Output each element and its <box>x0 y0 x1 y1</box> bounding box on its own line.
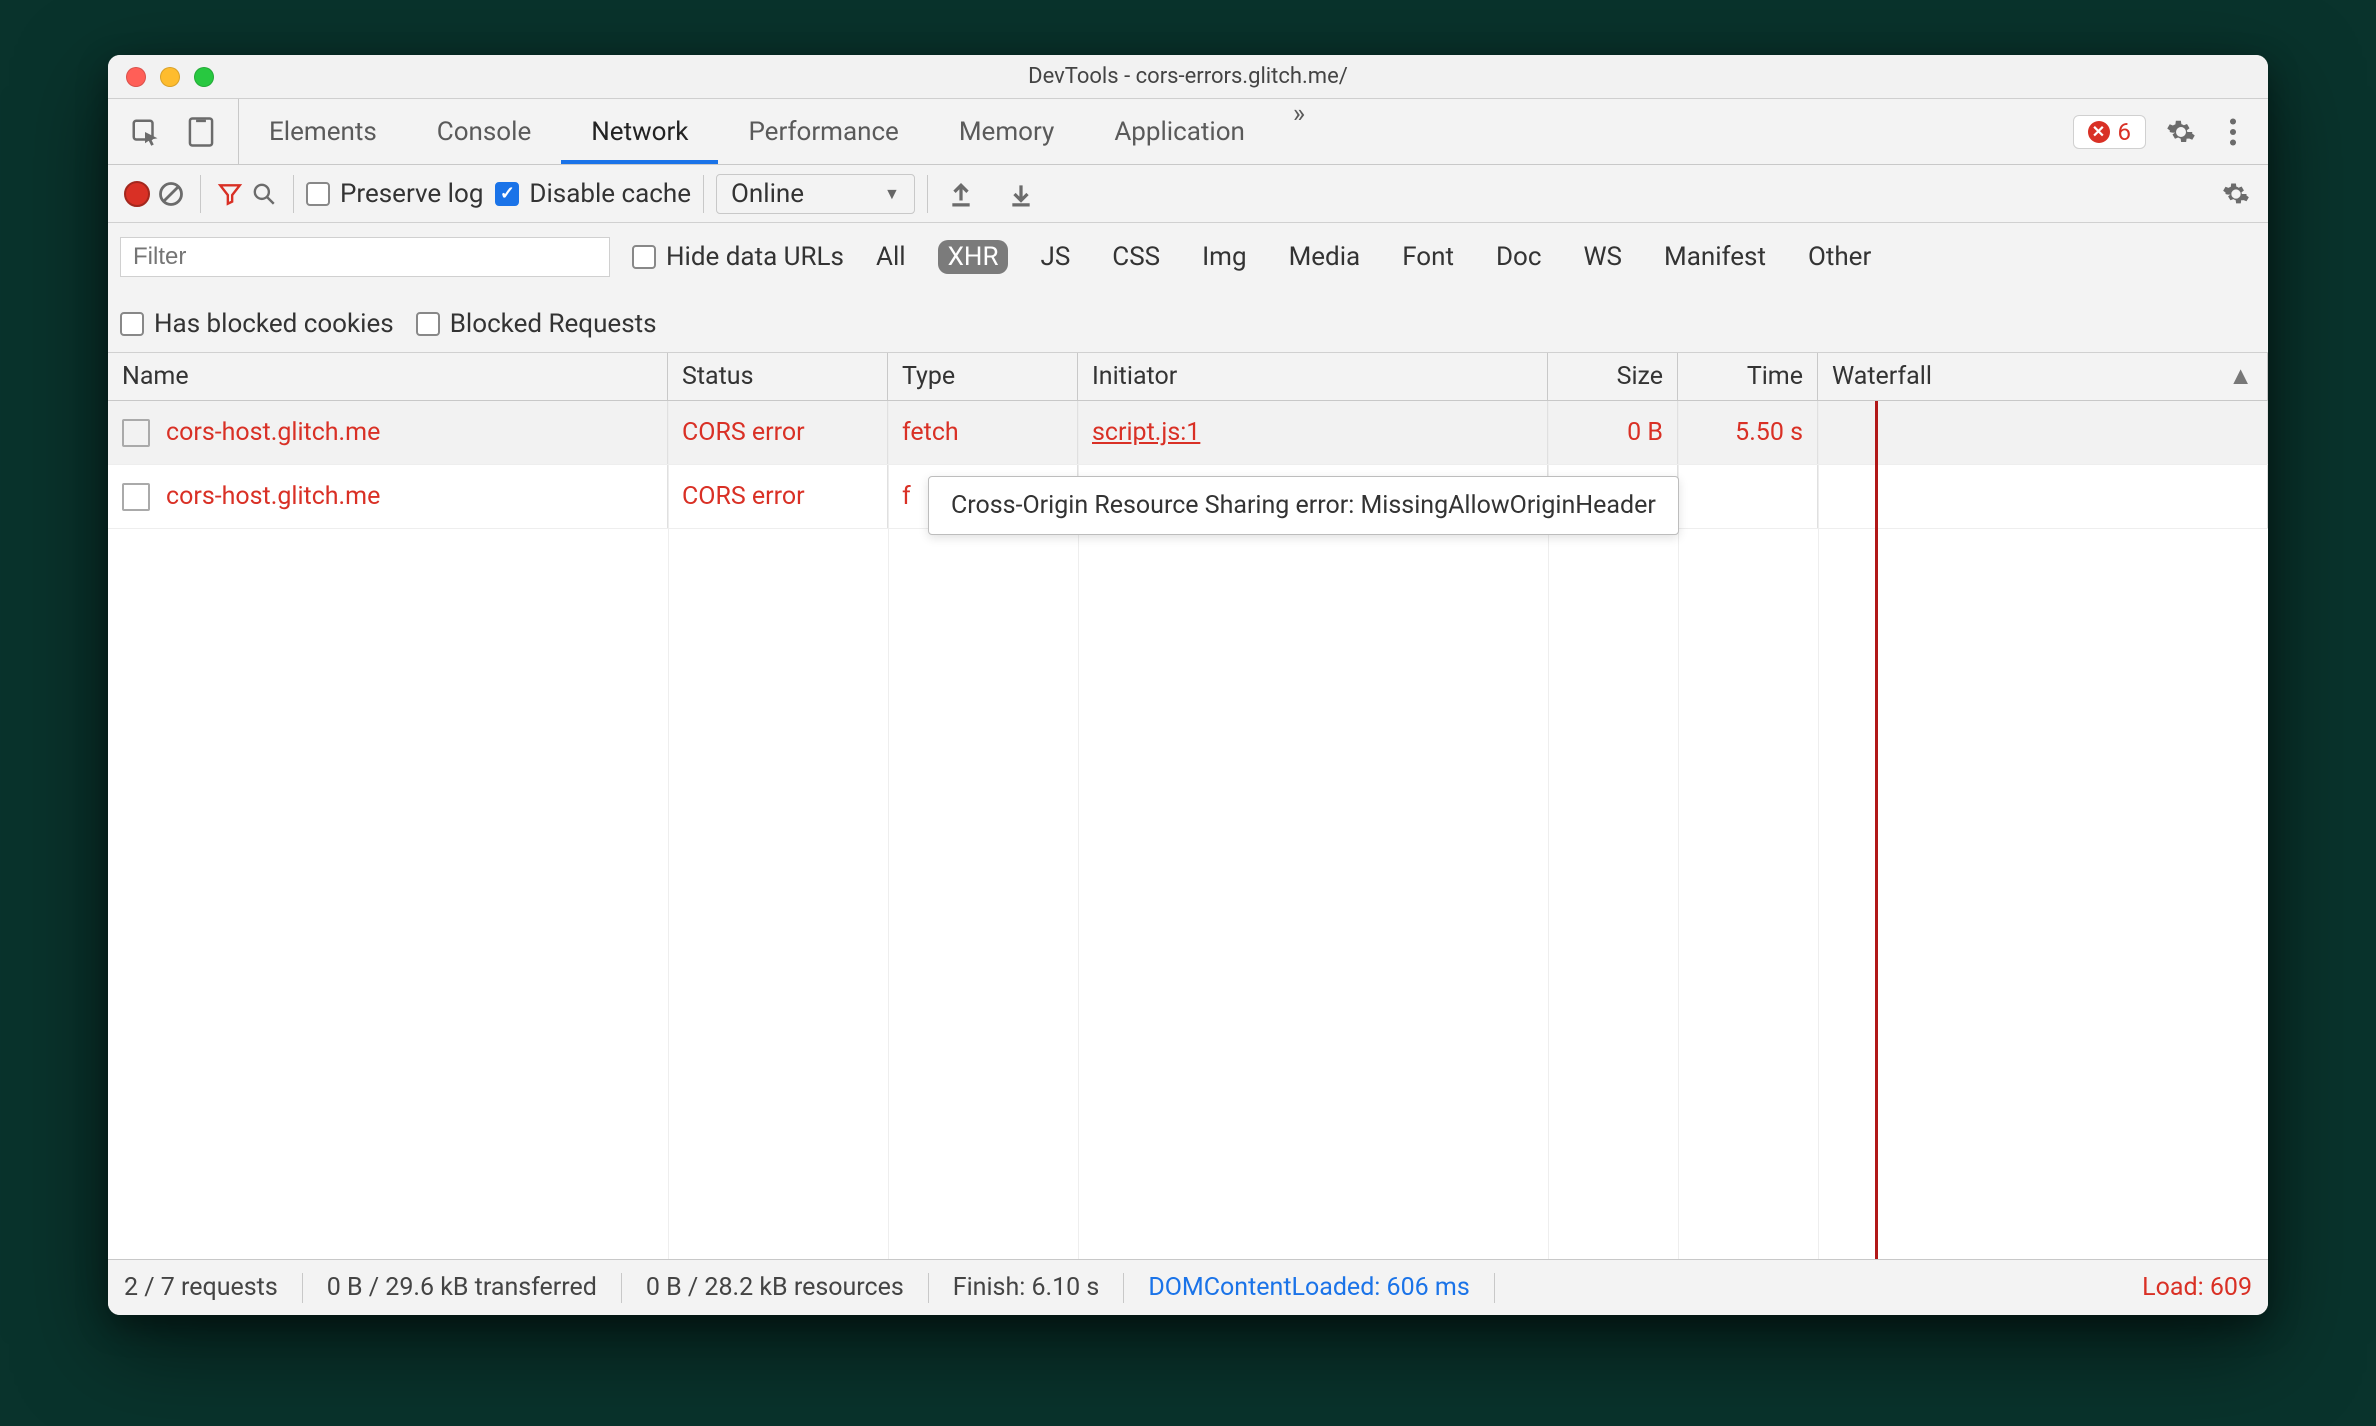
col-waterfall-label: Waterfall <box>1832 362 1932 391</box>
request-name: cors-host.glitch.me <box>166 482 380 511</box>
status-tooltip: Cross-Origin Resource Sharing error: Mis… <box>928 476 1679 535</box>
type-filter-other[interactable]: Other <box>1798 240 1881 274</box>
request-time: 5.50 s <box>1678 401 1818 464</box>
titlebar: DevTools - cors-errors.glitch.me/ <box>108 55 2268 99</box>
favicon-placeholder <box>122 419 150 447</box>
error-count-badge[interactable]: ✕ 6 <box>2073 115 2147 149</box>
status-resources: 0 B / 28.2 kB resources <box>646 1273 904 1302</box>
type-filter-ws[interactable]: WS <box>1573 240 1632 274</box>
maximize-window-button[interactable] <box>194 67 214 87</box>
kebab-menu-icon[interactable] <box>2216 115 2250 149</box>
type-filter-js[interactable]: JS <box>1030 240 1080 274</box>
tab-application[interactable]: Application <box>1084 99 1275 164</box>
type-filter-doc[interactable]: Doc <box>1486 240 1552 274</box>
window-title: DevTools - cors-errors.glitch.me/ <box>108 64 2268 89</box>
requests-table: Name Status Type Initiator Size Time Wat… <box>108 353 2268 1259</box>
status-transferred: 0 B / 29.6 kB transferred <box>327 1273 597 1302</box>
status-bar: 2 / 7 requests 0 B / 29.6 kB transferred… <box>108 1259 2268 1315</box>
minimize-window-button[interactable] <box>160 67 180 87</box>
error-icon: ✕ <box>2088 121 2110 143</box>
col-initiator[interactable]: Initiator <box>1078 353 1548 400</box>
table-row[interactable]: cors-host.glitch.me CORS error fetch scr… <box>108 401 2268 465</box>
main-toolbar: Elements Console Network Performance Mem… <box>108 99 2268 165</box>
tab-network[interactable]: Network <box>561 99 718 164</box>
throttling-select[interactable]: Online ▼ <box>716 174 915 214</box>
request-name: cors-host.glitch.me <box>166 418 380 447</box>
type-filter-font[interactable]: Font <box>1392 240 1464 274</box>
has-blocked-cookies-checkbox[interactable]: Has blocked cookies <box>120 309 394 339</box>
tab-performance[interactable]: Performance <box>718 99 928 164</box>
sort-asc-icon: ▲ <box>2228 362 2253 391</box>
error-count: 6 <box>2118 118 2132 146</box>
blocked-requests-checkbox[interactable]: Blocked Requests <box>416 309 657 339</box>
hide-data-urls-label: Hide data URLs <box>666 242 844 272</box>
filter-input[interactable] <box>120 237 610 277</box>
col-type[interactable]: Type <box>888 353 1078 400</box>
status-finish: Finish: 6.10 s <box>953 1273 1100 1302</box>
upload-har-icon[interactable] <box>944 177 978 211</box>
filter-icon[interactable] <box>213 177 247 211</box>
tab-elements[interactable]: Elements <box>239 99 407 164</box>
type-filter-all[interactable]: All <box>866 240 916 274</box>
table-header: Name Status Type Initiator Size Time Wat… <box>108 353 2268 401</box>
col-size[interactable]: Size <box>1548 353 1678 400</box>
request-size: 0 B <box>1548 401 1678 464</box>
type-filter-css[interactable]: CSS <box>1102 240 1170 274</box>
record-button[interactable] <box>120 177 154 211</box>
request-type: fetch <box>888 401 1078 464</box>
disable-cache-checkbox[interactable]: Disable cache <box>495 179 691 209</box>
request-status: CORS error <box>668 401 888 464</box>
type-filter-xhr[interactable]: XHR <box>938 240 1009 274</box>
network-settings-gear-icon[interactable] <box>2222 177 2256 211</box>
devtools-window: DevTools - cors-errors.glitch.me/ Elemen… <box>108 55 2268 1315</box>
hide-data-urls-checkbox[interactable]: Hide data URLs <box>632 242 844 272</box>
network-toolbar: Preserve log Disable cache Online ▼ <box>108 165 2268 223</box>
preserve-log-label: Preserve log <box>340 179 483 209</box>
col-waterfall[interactable]: Waterfall ▲ <box>1818 353 2268 400</box>
type-filter-img[interactable]: Img <box>1192 240 1256 274</box>
has-blocked-cookies-label: Has blocked cookies <box>154 309 394 339</box>
request-initiator[interactable]: script.js:1 <box>1092 418 1200 447</box>
tab-memory[interactable]: Memory <box>929 99 1084 164</box>
more-tabs-button[interactable]: » <box>1275 99 1323 164</box>
clear-button[interactable] <box>154 177 188 211</box>
status-load: Load: 609 <box>2142 1273 2252 1302</box>
type-filter-manifest[interactable]: Manifest <box>1654 240 1776 274</box>
favicon-placeholder <box>122 483 150 511</box>
waterfall-cell <box>1818 401 2268 464</box>
inspect-icon[interactable] <box>128 115 162 149</box>
throttling-value: Online <box>731 179 804 209</box>
type-filter-media[interactable]: Media <box>1279 240 1371 274</box>
waterfall-finish-marker <box>1875 401 1878 1259</box>
window-controls <box>126 67 214 87</box>
tab-console[interactable]: Console <box>407 99 561 164</box>
settings-gear-icon[interactable] <box>2164 115 2198 149</box>
request-status: CORS error <box>668 465 888 528</box>
device-toggle-icon[interactable] <box>184 115 218 149</box>
blocked-requests-label: Blocked Requests <box>450 309 657 339</box>
col-name[interactable]: Name <box>108 353 668 400</box>
search-icon[interactable] <box>247 177 281 211</box>
status-requests: 2 / 7 requests <box>124 1273 278 1302</box>
preserve-log-checkbox[interactable]: Preserve log <box>306 179 483 209</box>
download-har-icon[interactable] <box>1004 177 1038 211</box>
col-time[interactable]: Time <box>1678 353 1818 400</box>
panel-tabs: Elements Console Network Performance Mem… <box>239 99 1323 164</box>
col-status[interactable]: Status <box>668 353 888 400</box>
close-window-button[interactable] <box>126 67 146 87</box>
filter-bar: Hide data URLs All XHR JS CSS Img Media … <box>108 223 2268 353</box>
status-domcontentloaded: DOMContentLoaded: 606 ms <box>1148 1273 1469 1302</box>
chevron-down-icon: ▼ <box>884 184 900 204</box>
disable-cache-label: Disable cache <box>529 179 691 209</box>
